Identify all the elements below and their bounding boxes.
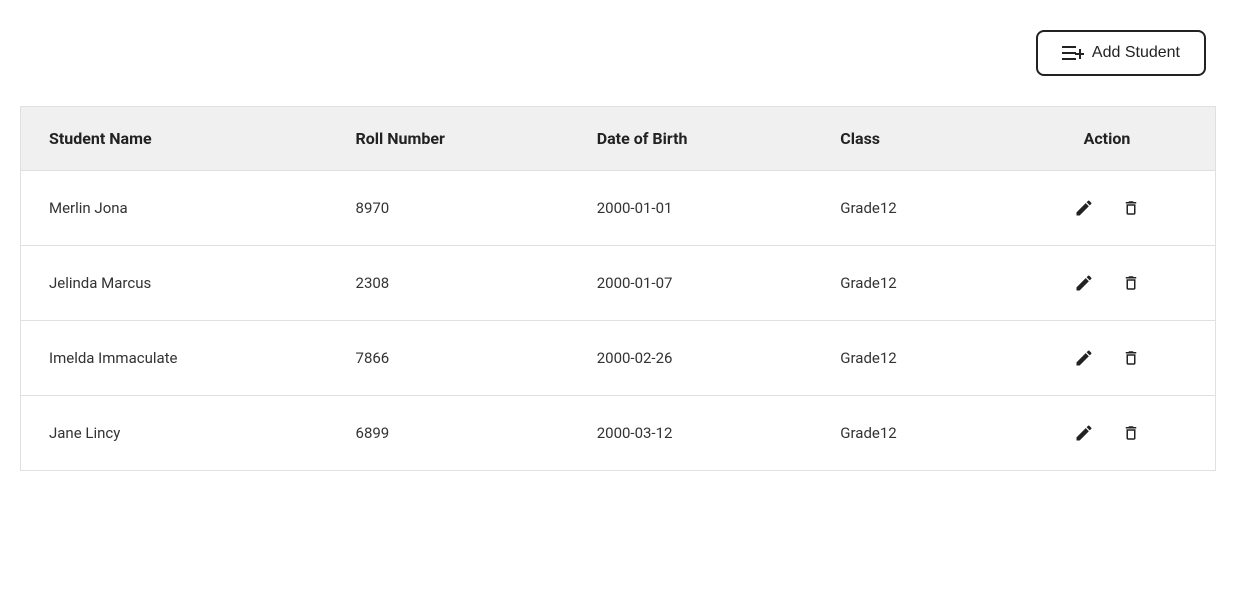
toolbar: Add Student (20, 30, 1216, 76)
cell-name: Jane Lincy (21, 396, 328, 471)
edit-button[interactable] (1070, 344, 1098, 372)
table-row: Jane Lincy 6899 2000-03-12 Grade12 (21, 396, 1216, 471)
cell-roll: 2308 (328, 246, 569, 321)
cell-name: Imelda Immaculate (21, 321, 328, 396)
cell-dob: 2000-01-01 (569, 171, 813, 246)
cell-action (999, 171, 1216, 246)
trash-icon (1122, 422, 1140, 444)
add-list-icon (1062, 44, 1084, 62)
delete-button[interactable] (1118, 193, 1144, 223)
trash-icon (1122, 347, 1140, 369)
cell-action (999, 246, 1216, 321)
col-header-roll: Roll Number (328, 107, 569, 171)
edit-button[interactable] (1070, 194, 1098, 222)
cell-class: Grade12 (812, 246, 999, 321)
add-student-button[interactable]: Add Student (1036, 30, 1206, 76)
edit-button[interactable] (1070, 269, 1098, 297)
cell-action (999, 321, 1216, 396)
student-table: Student Name Roll Number Date of Birth C… (20, 106, 1216, 471)
table-header-row: Student Name Roll Number Date of Birth C… (21, 107, 1216, 171)
delete-button[interactable] (1118, 418, 1144, 448)
edit-icon (1074, 198, 1094, 218)
cell-roll: 8970 (328, 171, 569, 246)
edit-button[interactable] (1070, 419, 1098, 447)
delete-button[interactable] (1118, 268, 1144, 298)
cell-dob: 2000-03-12 (569, 396, 813, 471)
col-header-dob: Date of Birth (569, 107, 813, 171)
cell-roll: 7866 (328, 321, 569, 396)
delete-button[interactable] (1118, 343, 1144, 373)
col-header-class: Class (812, 107, 999, 171)
cell-class: Grade12 (812, 396, 999, 471)
edit-icon (1074, 348, 1094, 368)
table-row: Jelinda Marcus 2308 2000-01-07 Grade12 (21, 246, 1216, 321)
cell-class: Grade12 (812, 321, 999, 396)
cell-name: Merlin Jona (21, 171, 328, 246)
cell-class: Grade12 (812, 171, 999, 246)
trash-icon (1122, 272, 1140, 294)
cell-action (999, 396, 1216, 471)
col-header-action: Action (999, 107, 1216, 171)
cell-dob: 2000-01-07 (569, 246, 813, 321)
cell-dob: 2000-02-26 (569, 321, 813, 396)
cell-roll: 6899 (328, 396, 569, 471)
table-row: Merlin Jona 8970 2000-01-01 Grade12 (21, 171, 1216, 246)
col-header-name: Student Name (21, 107, 328, 171)
table-row: Imelda Immaculate 7866 2000-02-26 Grade1… (21, 321, 1216, 396)
edit-icon (1074, 423, 1094, 443)
cell-name: Jelinda Marcus (21, 246, 328, 321)
add-student-label: Add Student (1092, 44, 1180, 62)
trash-icon (1122, 197, 1140, 219)
edit-icon (1074, 273, 1094, 293)
